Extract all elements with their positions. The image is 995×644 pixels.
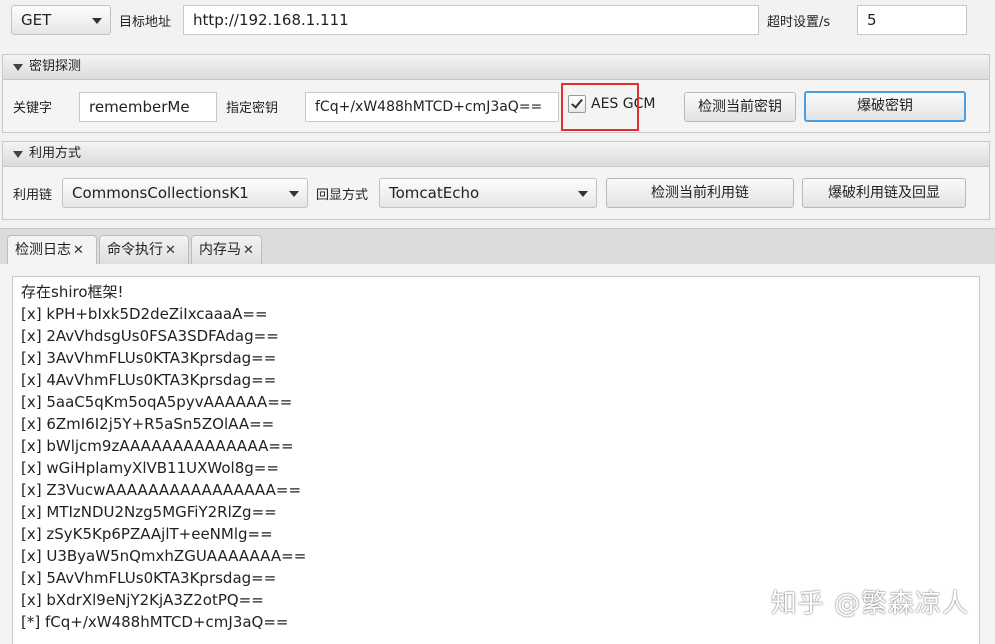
log-line: [x] U3ByaW5nQmxhZGUAAAAAAA== xyxy=(21,547,307,565)
exploit-section-body: 利用链 CommonsCollectionsK1 回显方式 TomcatEcho… xyxy=(2,167,990,220)
log-line: [x] 3AvVhmFLUs0KTA3Kprsdag== xyxy=(21,349,277,367)
brute-key-button[interactable]: 爆破密钥 xyxy=(804,91,966,122)
chain-select[interactable]: CommonsCollectionsK1 xyxy=(62,178,308,208)
watermark-text: 知乎 @繁森凉人 xyxy=(770,589,969,619)
close-icon[interactable]: ✕ xyxy=(73,243,84,258)
chain-value: CommonsCollectionsK1 xyxy=(72,184,249,202)
key-section-header[interactable]: 密钥探测 xyxy=(2,54,990,80)
log-line: [x] zSyK5Kp6PZAAjlT+eeNMlg== xyxy=(21,525,273,543)
chevron-down-icon xyxy=(92,18,102,24)
method-value: GET xyxy=(21,11,52,29)
aes-gcm-highlight-box xyxy=(561,83,639,131)
keyword-input[interactable]: rememberMe xyxy=(79,92,217,122)
key-label: 指定密钥 xyxy=(226,101,279,116)
echo-label: 回显方式 xyxy=(316,188,369,203)
log-line: [x] Z3VucwAAAAAAAAAAAAAAAA== xyxy=(21,481,302,499)
exploit-section-header[interactable]: 利用方式 xyxy=(2,141,990,167)
close-icon[interactable]: ✕ xyxy=(165,243,176,258)
log-line: [x] bWljcm9zAAAAAAAAAAAAAA== xyxy=(21,437,294,455)
log-line: [x] 2AvVhdsgUs0FSA3SDFAdag== xyxy=(21,327,279,345)
log-line: [x] MTIzNDU2Nzg5MGFiY2RlZg== xyxy=(21,503,277,521)
timeout-input[interactable]: 5 xyxy=(857,5,967,35)
tab-command-exec[interactable]: 命令执行 ✕ xyxy=(99,235,189,265)
key-input[interactable]: fCq+/xW488hMTCD+cmJ3aQ== xyxy=(305,92,559,122)
chevron-down-icon xyxy=(289,191,299,197)
detect-chain-button[interactable]: 检测当前利用链 xyxy=(606,178,794,208)
brute-chain-button[interactable]: 爆破利用链及回显 xyxy=(802,178,966,208)
log-line: [x] kPH+bIxk5D2deZiIxcaaaA== xyxy=(21,305,268,323)
log-line: [x] 5aaC5qKm5oqA5pyvAAAAAA== xyxy=(21,393,293,411)
detect-key-button[interactable]: 检测当前密钥 xyxy=(684,92,796,122)
target-url-input[interactable]: http://192.168.1.111 xyxy=(183,5,759,35)
log-line: [x] 4AvVhmFLUs0KTA3Kprsdag== xyxy=(21,371,277,389)
close-icon[interactable]: ✕ xyxy=(243,243,254,258)
collapse-triangle-icon xyxy=(13,64,23,71)
key-section-title: 密钥探测 xyxy=(29,59,82,74)
log-line: 存在shiro框架! xyxy=(21,283,124,301)
timeout-label: 超时设置/s xyxy=(767,15,831,30)
target-url-label: 目标地址 xyxy=(119,15,172,30)
log-line: [x] 6ZmI6I2j5Y+R5aSn5ZOlAA== xyxy=(21,415,275,433)
tab-label: 内存马 xyxy=(199,242,241,258)
echo-select[interactable]: TomcatEcho xyxy=(379,178,597,208)
chain-label: 利用链 xyxy=(13,188,53,203)
tab-label: 命令执行 xyxy=(107,242,163,258)
collapse-triangle-icon xyxy=(13,151,23,158)
echo-value: TomcatEcho xyxy=(389,184,480,202)
key-section-body: 关键字 rememberMe 指定密钥 fCq+/xW488hMTCD+cmJ3… xyxy=(2,80,990,133)
log-line: [x] wGiHplamyXlVB11UXWol8g== xyxy=(21,459,279,477)
exploit-section-title: 利用方式 xyxy=(29,146,82,161)
tab-label: 检测日志 xyxy=(15,242,71,258)
keyword-label: 关键字 xyxy=(13,101,53,116)
tab-bar: 检测日志 ✕ 命令执行 ✕ 内存马 ✕ xyxy=(0,228,995,266)
chevron-down-icon xyxy=(578,191,588,197)
tab-memory-shell[interactable]: 内存马 ✕ xyxy=(191,235,262,265)
tab-detection-log[interactable]: 检测日志 ✕ xyxy=(7,235,97,266)
method-select[interactable]: GET xyxy=(11,5,111,35)
